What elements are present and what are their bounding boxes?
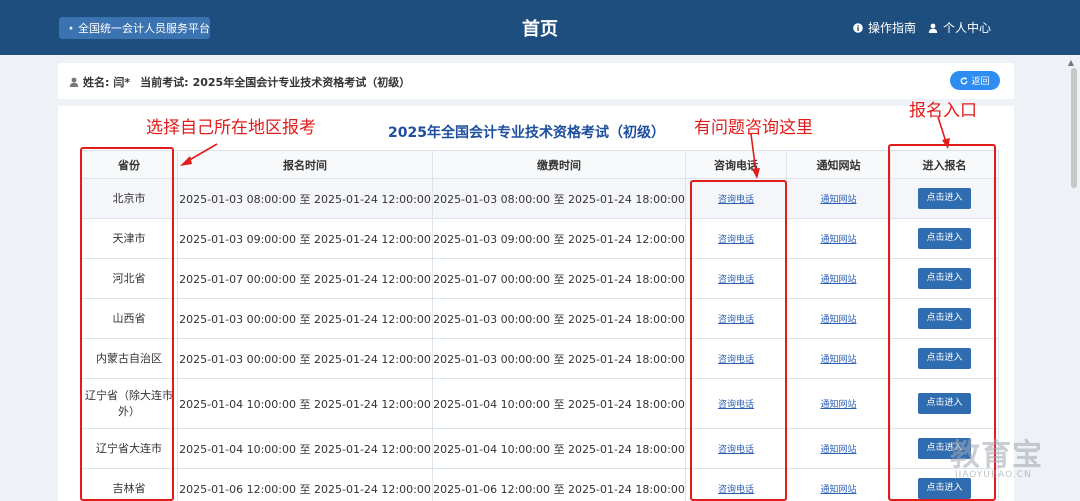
arrow-to-register-icon (937, 116, 950, 149)
watermark-url: JIAOYUBAO.CN (955, 470, 1032, 480)
watermark-logo: 教育宝 (950, 438, 1043, 473)
arrow-to-province-icon (180, 143, 218, 166)
arrow-to-consult-icon (750, 133, 760, 179)
annotation-arrows (180, 116, 950, 179)
